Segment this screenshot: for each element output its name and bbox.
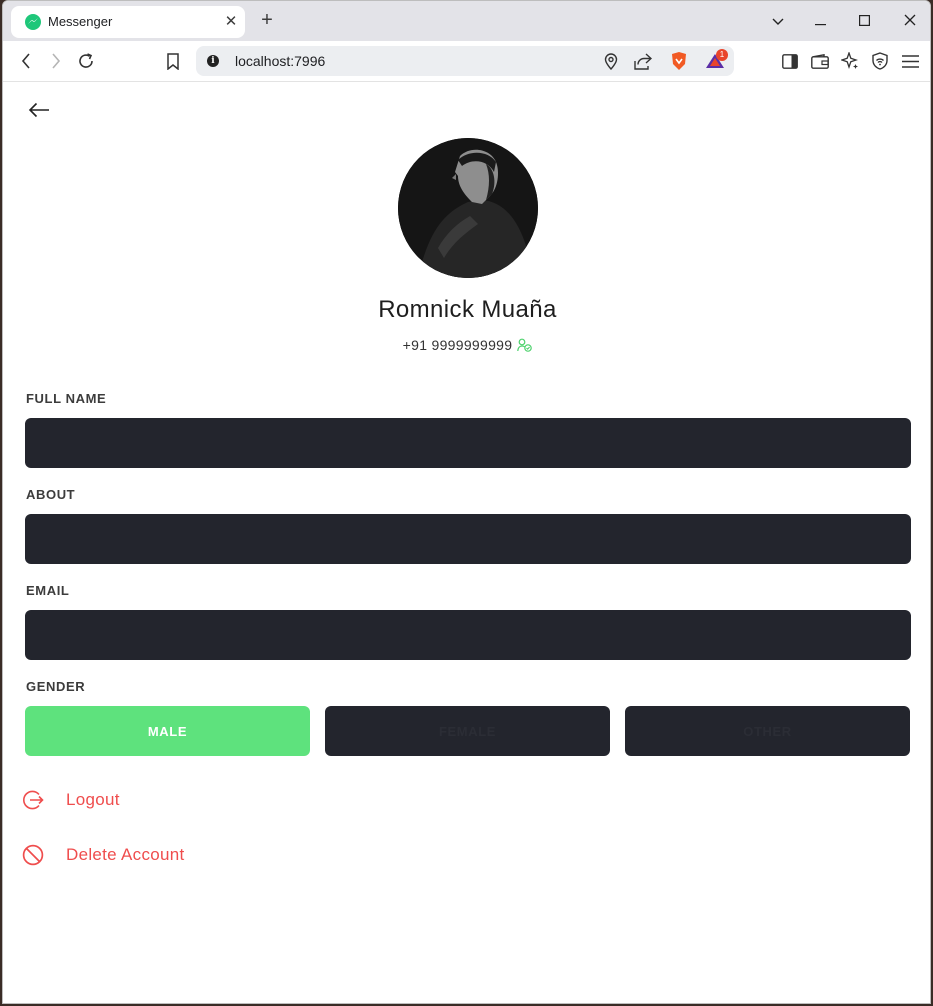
gender-female-button[interactable]: FEMALE xyxy=(325,706,610,756)
url-text[interactable]: localhost:7996 xyxy=(235,53,325,69)
tab-strip: Messenger ✕ + xyxy=(3,1,930,41)
delete-account-button[interactable]: Delete Account xyxy=(21,841,185,869)
logout-button[interactable]: Logout xyxy=(21,786,120,814)
address-bar[interactable]: i localhost:7996 1 xyxy=(196,46,734,76)
full-name-label: FULL NAME xyxy=(26,391,107,406)
sidebar-toggle-icon[interactable] xyxy=(777,49,803,73)
profile-phone-row: +91 9999999999 xyxy=(3,337,930,353)
site-info-icon[interactable]: i xyxy=(207,55,219,67)
menu-icon[interactable] xyxy=(897,49,923,73)
email-input[interactable] xyxy=(25,610,911,660)
leo-ai-icon[interactable] xyxy=(837,49,863,73)
avatar[interactable] xyxy=(398,138,538,278)
brave-rewards-icon[interactable]: 1 xyxy=(704,49,728,71)
notification-badge: 1 xyxy=(716,49,728,61)
delete-account-label: Delete Account xyxy=(66,845,185,864)
messenger-icon xyxy=(25,14,41,30)
close-window-icon[interactable] xyxy=(897,9,923,33)
tab-list-chevron-icon[interactable] xyxy=(765,9,791,33)
new-tab-icon[interactable]: + xyxy=(255,9,279,33)
browser-window: Messenger ✕ + i localhost:7996 1 Romnick… xyxy=(2,0,931,1004)
user-check-icon xyxy=(517,338,533,352)
close-tab-icon[interactable]: ✕ xyxy=(222,13,240,31)
location-icon[interactable] xyxy=(600,51,622,71)
bookmark-icon[interactable] xyxy=(160,49,186,73)
brave-shield-icon[interactable] xyxy=(668,51,690,71)
wallet-icon[interactable] xyxy=(807,49,833,73)
profile-name: Romnick Muaña xyxy=(378,296,557,323)
back-button[interactable] xyxy=(25,98,53,122)
gender-other-button[interactable]: OTHER xyxy=(625,706,910,756)
full-name-input[interactable] xyxy=(25,418,911,468)
browser-tab[interactable]: Messenger ✕ xyxy=(11,6,245,38)
share-icon[interactable] xyxy=(632,51,654,71)
maximize-icon[interactable] xyxy=(851,9,877,33)
forward-nav-icon[interactable] xyxy=(43,49,69,73)
back-nav-icon[interactable] xyxy=(13,49,39,73)
profile-page: Romnick Muaña +91 9999999999 FULL NAME A… xyxy=(3,82,930,1003)
vpn-icon[interactable] xyxy=(867,49,893,73)
tab-title: Messenger xyxy=(48,14,113,29)
block-icon xyxy=(21,843,45,867)
browser-toolbar: i localhost:7996 1 xyxy=(3,41,930,82)
reload-icon[interactable] xyxy=(73,49,99,73)
arrow-left-icon xyxy=(28,102,49,118)
email-label: EMAIL xyxy=(26,583,70,598)
about-input[interactable] xyxy=(25,514,911,564)
logout-icon xyxy=(21,788,45,812)
about-label: ABOUT xyxy=(26,487,76,502)
phone-number: +91 9999999999 xyxy=(402,337,513,353)
gender-label: GENDER xyxy=(26,679,86,694)
gender-male-button[interactable]: MALE xyxy=(25,706,310,756)
logout-label: Logout xyxy=(66,790,120,809)
minimize-icon[interactable] xyxy=(807,9,833,33)
